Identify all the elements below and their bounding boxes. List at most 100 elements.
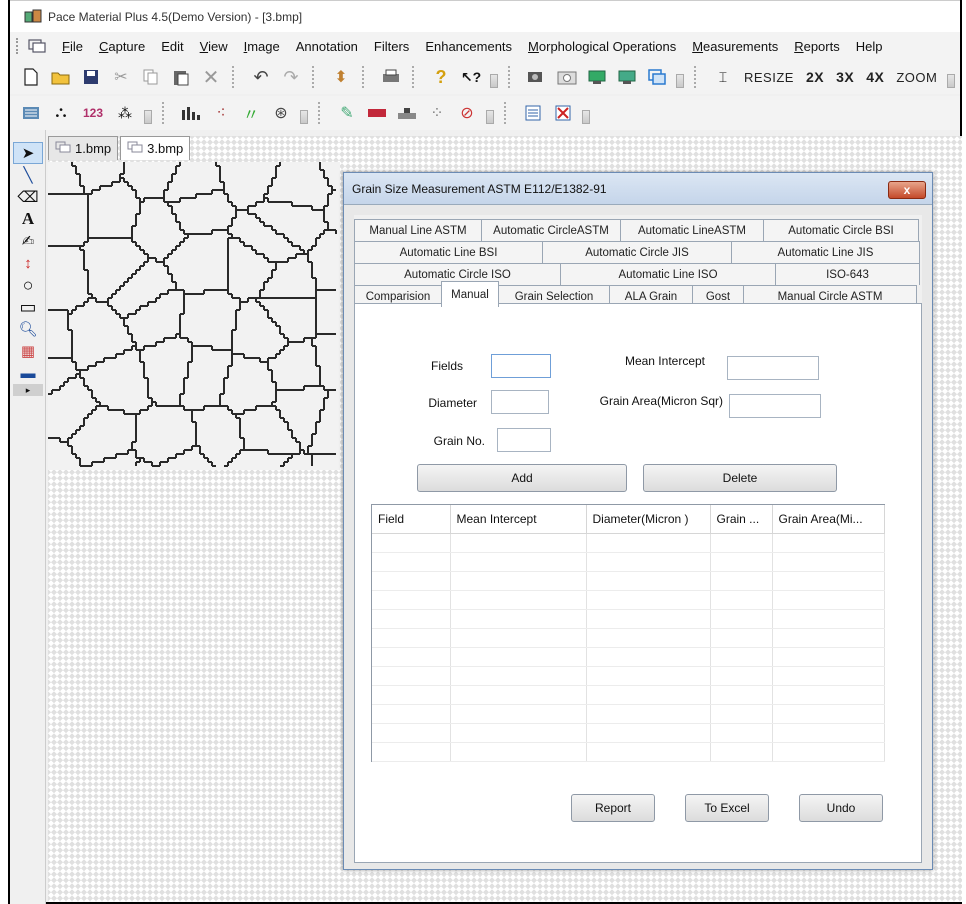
pen-tool-icon[interactable]: ✍: [13, 230, 43, 252]
report-list-icon[interactable]: [520, 100, 546, 126]
menu-item-view[interactable]: View: [192, 39, 236, 54]
tab-automatic-line-bsi[interactable]: Automatic Line BSI: [354, 241, 543, 263]
cut-icon[interactable]: ✂: [108, 64, 134, 90]
grain-no-input[interactable]: [497, 428, 551, 452]
zoom-4x-button[interactable]: 4X: [860, 69, 890, 85]
save-icon[interactable]: [78, 64, 104, 90]
menu-item-image[interactable]: Image: [236, 39, 288, 54]
phase-icon[interactable]: 〃: [238, 100, 264, 126]
table-cell: [372, 533, 451, 553]
doc-tab-3-bmp[interactable]: 3.bmp: [120, 136, 191, 160]
menu-item-enhancements[interactable]: Enhancements: [417, 39, 520, 54]
redo-icon[interactable]: ↷: [278, 64, 304, 90]
more-tools-icon[interactable]: ▸: [13, 384, 43, 396]
tab-automatic-circle-jis[interactable]: Automatic Circle JIS: [542, 241, 732, 263]
menu-item-edit[interactable]: Edit: [153, 39, 191, 54]
table-cell: [586, 647, 711, 667]
nodules-icon[interactable]: ⊛: [268, 100, 294, 126]
measure-line-icon[interactable]: ✎: [334, 100, 360, 126]
tab-automatic-lineastm[interactable]: Automatic LineASTM: [620, 219, 764, 241]
menu-item-measurements[interactable]: Measurements: [684, 39, 786, 54]
tab-row-2: Automatic Line BSI Automatic Circle JIS Au…: [354, 241, 922, 263]
capture-settings-icon[interactable]: [614, 64, 640, 90]
to-excel-button[interactable]: To Excel: [685, 794, 769, 822]
column-header[interactable]: Diameter(Micron ): [586, 505, 711, 534]
camera-icon[interactable]: [554, 64, 580, 90]
zoom-button[interactable]: ZOOM: [890, 70, 943, 85]
table-cell: [710, 647, 773, 667]
column-header[interactable]: Field: [372, 505, 451, 534]
no-measure-icon[interactable]: ⊘: [454, 100, 480, 126]
column-header[interactable]: Mean Intercept: [450, 505, 587, 534]
add-button[interactable]: Add: [417, 464, 627, 492]
undo-icon[interactable]: ↶: [248, 64, 274, 90]
open-folder-icon[interactable]: [48, 64, 74, 90]
scatter-icon[interactable]: ⁖: [208, 100, 234, 126]
calibration-icon[interactable]: [18, 100, 44, 126]
print-icon[interactable]: [378, 64, 404, 90]
report-button[interactable]: Report: [571, 794, 655, 822]
video-camera-icon[interactable]: [524, 64, 550, 90]
window-icon[interactable]: [644, 64, 670, 90]
pointer-tool-icon[interactable]: ➤: [13, 142, 43, 164]
diameter-input[interactable]: [491, 390, 549, 414]
tab-automatic-circleastm[interactable]: Automatic CircleASTM: [481, 219, 621, 241]
menu-item-filters[interactable]: Filters: [366, 39, 417, 54]
dimension-tool-icon[interactable]: ↕: [13, 252, 43, 274]
fields-input[interactable]: [491, 354, 551, 378]
context-help-icon[interactable]: ↖?: [458, 64, 484, 90]
column-header[interactable]: Grain ...: [710, 505, 773, 534]
zoom-3x-button[interactable]: 3X: [830, 69, 860, 85]
text-tool-icon[interactable]: A: [13, 208, 43, 230]
grain-area-input[interactable]: [729, 394, 821, 418]
rectangle-tool-icon[interactable]: ▭: [13, 296, 43, 318]
resize-button[interactable]: RESIZE: [738, 70, 800, 85]
tab-manual-line-astm[interactable]: Manual Line ASTM: [354, 219, 482, 241]
layer-thickness-icon[interactable]: [394, 100, 420, 126]
tab-automatic-circle-bsi[interactable]: Automatic Circle BSI: [763, 219, 919, 241]
table-cell: [372, 723, 451, 743]
menu-item-capture[interactable]: Capture: [91, 39, 153, 54]
grain-icon[interactable]: ⛬: [48, 100, 74, 126]
color-grid-tool-icon[interactable]: ▦: [13, 340, 43, 362]
new-file-icon[interactable]: [18, 64, 44, 90]
measurement-grid[interactable]: Field Mean Intercept Diameter(Micron ) Grai…: [371, 504, 885, 762]
color-bar-icon[interactable]: [364, 100, 390, 126]
resize-icon[interactable]: ⌶: [710, 64, 736, 90]
undo-button[interactable]: Undo: [799, 794, 883, 822]
column-header[interactable]: Grain Area(Mi...: [772, 505, 885, 534]
counter-icon[interactable]: 123: [78, 100, 108, 126]
line-tool-icon[interactable]: ╲: [13, 164, 43, 186]
histogram-icon[interactable]: [178, 100, 204, 126]
capture-icon[interactable]: [584, 64, 610, 90]
mean-intercept-input[interactable]: [727, 356, 819, 380]
ruler-tool-icon[interactable]: ▬: [13, 362, 43, 384]
menu-item-morphological-operations[interactable]: Morphological Operations: [520, 39, 684, 54]
paste-icon[interactable]: [168, 64, 194, 90]
menu-item-annotation[interactable]: Annotation: [288, 39, 366, 54]
close-icon[interactable]: x: [888, 181, 926, 199]
menu-item-help[interactable]: Help: [848, 39, 891, 54]
tab-iso-643[interactable]: ISO-643: [775, 263, 920, 285]
copy-icon[interactable]: [138, 64, 164, 90]
delete-button[interactable]: Delete: [643, 464, 837, 492]
table-row: [372, 685, 885, 705]
ellipse-tool-icon[interactable]: ○: [13, 274, 43, 296]
tab-automatic-line-iso[interactable]: Automatic Line ISO: [560, 263, 776, 285]
help-icon[interactable]: ?: [428, 64, 454, 90]
zoom-2x-button[interactable]: 2X: [800, 69, 830, 85]
menu-item-file[interactable]: File: [54, 39, 91, 54]
eraser-tool-icon[interactable]: ⌫: [13, 186, 43, 208]
table-cell: [586, 666, 711, 686]
flip-icon[interactable]: ⬍: [328, 64, 354, 90]
delete-report-icon[interactable]: [550, 100, 576, 126]
tab-manual[interactable]: Manual: [441, 281, 499, 307]
particles-icon[interactable]: ⁂: [112, 100, 138, 126]
tab-automatic-line-jis[interactable]: Automatic Line JIS: [731, 241, 920, 263]
zoom-tool-icon[interactable]: 🔍︎: [13, 318, 43, 340]
table-cell: [372, 571, 451, 591]
doc-tab-1-bmp[interactable]: 1.bmp: [48, 136, 119, 160]
menu-item-reports[interactable]: Reports: [786, 39, 848, 54]
delete-icon[interactable]: ✕: [198, 64, 224, 90]
dots-grid-icon[interactable]: ⁘: [424, 100, 450, 126]
